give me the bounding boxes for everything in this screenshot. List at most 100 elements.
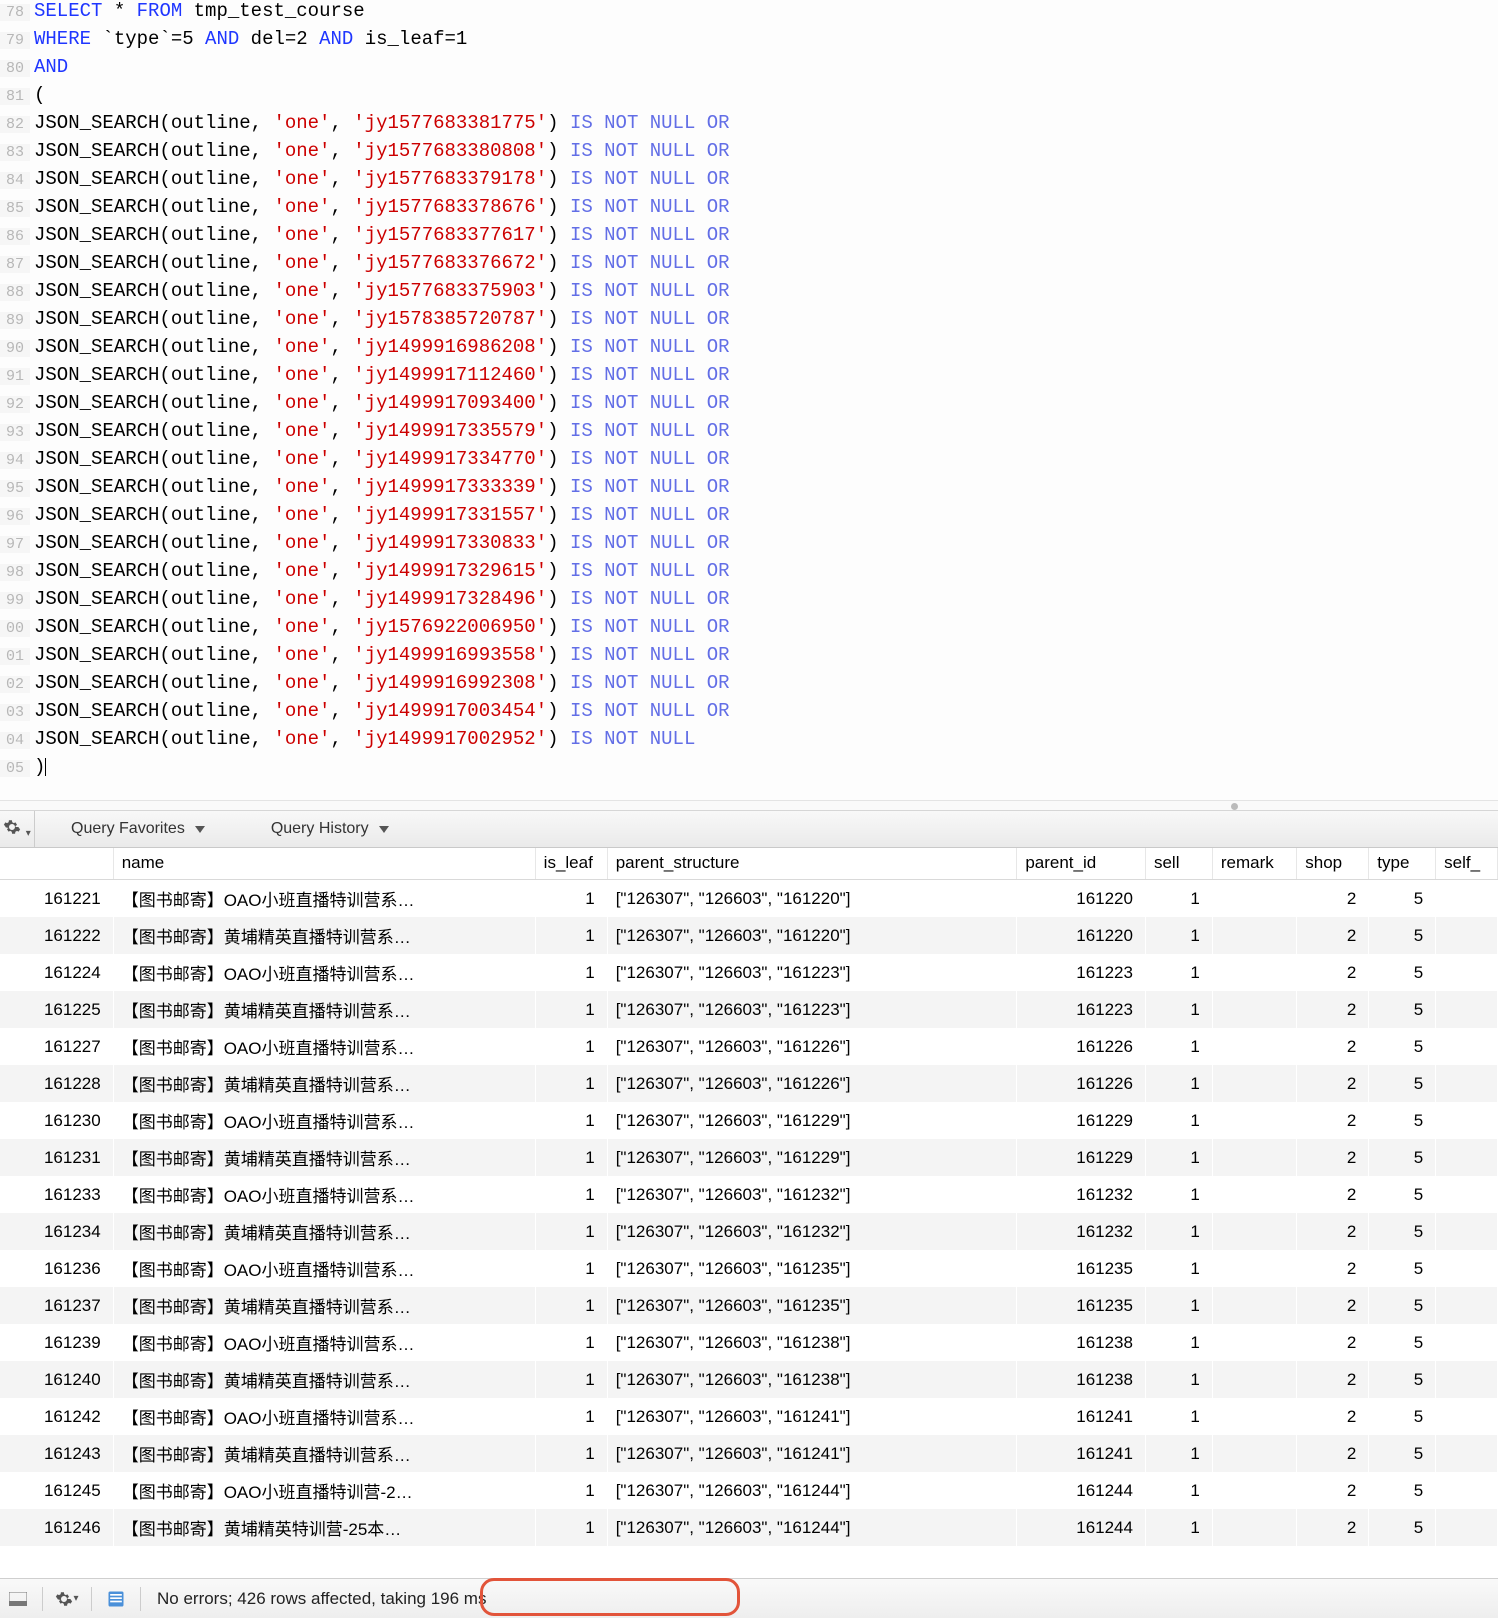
cell-parentid[interactable]: 161229: [1017, 1102, 1146, 1139]
sql-editor[interactable]: 78SELECT * FROM tmp_test_course79WHERE `…: [0, 0, 1498, 800]
cell-parentid[interactable]: 161223: [1017, 991, 1146, 1028]
code-line[interactable]: 95JSON_SEARCH(outline, 'one', 'jy1499917…: [0, 476, 1498, 504]
cell-self[interactable]: [1436, 880, 1498, 918]
cell-parentid[interactable]: 161220: [1017, 880, 1146, 918]
cell-id[interactable]: 161221: [0, 880, 113, 918]
cell-self[interactable]: [1436, 1139, 1498, 1176]
col-header-parentstructure[interactable]: parent_structure: [607, 848, 1017, 880]
cell-shop[interactable]: 2: [1297, 880, 1369, 918]
code-line[interactable]: 98JSON_SEARCH(outline, 'one', 'jy1499917…: [0, 560, 1498, 588]
cell-name[interactable]: 【图书邮寄】黄埔精英直播特训营系…: [113, 1065, 535, 1102]
cell-type[interactable]: 5: [1369, 1213, 1436, 1250]
cell-parentid[interactable]: 161244: [1017, 1509, 1146, 1546]
cell-parentstructure[interactable]: ["126307", "126603", "161241"]: [607, 1435, 1017, 1472]
code-line[interactable]: 88JSON_SEARCH(outline, 'one', 'jy1577683…: [0, 280, 1498, 308]
cell-isleaf[interactable]: 1: [535, 1102, 607, 1139]
table-result-icon[interactable]: [102, 1586, 130, 1612]
col-header-self[interactable]: self_: [1436, 848, 1498, 880]
cell-parentstructure[interactable]: ["126307", "126603", "161229"]: [607, 1139, 1017, 1176]
cell-parentid[interactable]: 161235: [1017, 1250, 1146, 1287]
code-line[interactable]: 85JSON_SEARCH(outline, 'one', 'jy1577683…: [0, 196, 1498, 224]
cell-sell[interactable]: 1: [1145, 1361, 1212, 1398]
cell-isleaf[interactable]: 1: [535, 1028, 607, 1065]
cell-remark[interactable]: [1212, 880, 1296, 918]
cell-isleaf[interactable]: 1: [535, 880, 607, 918]
code-line[interactable]: 04JSON_SEARCH(outline, 'one', 'jy1499917…: [0, 728, 1498, 756]
cell-sell[interactable]: 1: [1145, 1065, 1212, 1102]
cell-parentid[interactable]: 161244: [1017, 1472, 1146, 1509]
cell-shop[interactable]: 2: [1297, 1287, 1369, 1324]
cell-self[interactable]: [1436, 917, 1498, 954]
cell-sell[interactable]: 1: [1145, 991, 1212, 1028]
cell-name[interactable]: 【图书邮寄】OAO小班直播特训营系…: [113, 1250, 535, 1287]
cell-isleaf[interactable]: 1: [535, 1139, 607, 1176]
cell-remark[interactable]: [1212, 1213, 1296, 1250]
cell-id[interactable]: 161227: [0, 1028, 113, 1065]
cell-type[interactable]: 5: [1369, 1102, 1436, 1139]
table-row[interactable]: 161234【图书邮寄】黄埔精英直播特训营系…1["126307", "1266…: [0, 1213, 1498, 1250]
cell-sell[interactable]: 1: [1145, 1435, 1212, 1472]
cell-sell[interactable]: 1: [1145, 1250, 1212, 1287]
cell-parentstructure[interactable]: ["126307", "126603", "161244"]: [607, 1509, 1017, 1546]
code-line[interactable]: 01JSON_SEARCH(outline, 'one', 'jy1499916…: [0, 644, 1498, 672]
cell-isleaf[interactable]: 1: [535, 1361, 607, 1398]
cell-shop[interactable]: 2: [1297, 1028, 1369, 1065]
code-line[interactable]: 89JSON_SEARCH(outline, 'one', 'jy1578385…: [0, 308, 1498, 336]
table-row[interactable]: 161240【图书邮寄】黄埔精英直播特训营系…1["126307", "1266…: [0, 1361, 1498, 1398]
cell-isleaf[interactable]: 1: [535, 1398, 607, 1435]
cell-shop[interactable]: 2: [1297, 917, 1369, 954]
table-row[interactable]: 161222【图书邮寄】黄埔精英直播特训营系…1["126307", "1266…: [0, 917, 1498, 954]
col-header-type[interactable]: type: [1369, 848, 1436, 880]
cell-isleaf[interactable]: 1: [535, 954, 607, 991]
cell-sell[interactable]: 1: [1145, 1287, 1212, 1324]
cell-id[interactable]: 161240: [0, 1361, 113, 1398]
table-row[interactable]: 161228【图书邮寄】黄埔精英直播特训营系…1["126307", "1266…: [0, 1065, 1498, 1102]
cell-remark[interactable]: [1212, 1139, 1296, 1176]
cell-name[interactable]: 【图书邮寄】黄埔精英直播特训营系…: [113, 1213, 535, 1250]
cell-parentid[interactable]: 161226: [1017, 1028, 1146, 1065]
cell-parentstructure[interactable]: ["126307", "126603", "161244"]: [607, 1472, 1017, 1509]
code-line[interactable]: 83JSON_SEARCH(outline, 'one', 'jy1577683…: [0, 140, 1498, 168]
cell-parentstructure[interactable]: ["126307", "126603", "161223"]: [607, 991, 1017, 1028]
code-line[interactable]: 91JSON_SEARCH(outline, 'one', 'jy1499917…: [0, 364, 1498, 392]
cell-shop[interactable]: 2: [1297, 1435, 1369, 1472]
cell-shop[interactable]: 2: [1297, 1065, 1369, 1102]
cell-shop[interactable]: 2: [1297, 1102, 1369, 1139]
cell-parentstructure[interactable]: ["126307", "126603", "161238"]: [607, 1324, 1017, 1361]
code-line[interactable]: 93JSON_SEARCH(outline, 'one', 'jy1499917…: [0, 420, 1498, 448]
cell-name[interactable]: 【图书邮寄】OAO小班直播特训营系…: [113, 1176, 535, 1213]
cell-sell[interactable]: 1: [1145, 1324, 1212, 1361]
cell-parentid[interactable]: 161241: [1017, 1398, 1146, 1435]
cell-remark[interactable]: [1212, 1398, 1296, 1435]
cell-sell[interactable]: 1: [1145, 1472, 1212, 1509]
cell-self[interactable]: [1436, 1287, 1498, 1324]
cell-remark[interactable]: [1212, 1509, 1296, 1546]
cell-sell[interactable]: 1: [1145, 954, 1212, 991]
cell-type[interactable]: 5: [1369, 1324, 1436, 1361]
cell-id[interactable]: 161224: [0, 954, 113, 991]
code-line[interactable]: 96JSON_SEARCH(outline, 'one', 'jy1499917…: [0, 504, 1498, 532]
cell-isleaf[interactable]: 1: [535, 1472, 607, 1509]
cell-self[interactable]: [1436, 1472, 1498, 1509]
cell-id[interactable]: 161242: [0, 1398, 113, 1435]
cell-isleaf[interactable]: 1: [535, 1287, 607, 1324]
code-line[interactable]: 94JSON_SEARCH(outline, 'one', 'jy1499917…: [0, 448, 1498, 476]
cell-self[interactable]: [1436, 1065, 1498, 1102]
code-line[interactable]: 82JSON_SEARCH(outline, 'one', 'jy1577683…: [0, 112, 1498, 140]
cell-remark[interactable]: [1212, 1250, 1296, 1287]
query-history-dropdown[interactable]: Query History: [241, 820, 419, 838]
cell-type[interactable]: 5: [1369, 1398, 1436, 1435]
table-row[interactable]: 161225【图书邮寄】黄埔精英直播特训营系…1["126307", "1266…: [0, 991, 1498, 1028]
cell-type[interactable]: 5: [1369, 1287, 1436, 1324]
cell-type[interactable]: 5: [1369, 1472, 1436, 1509]
table-row[interactable]: 161233【图书邮寄】OAO小班直播特训营系…1["126307", "126…: [0, 1176, 1498, 1213]
cell-self[interactable]: [1436, 1398, 1498, 1435]
cell-name[interactable]: 【图书邮寄】OAO小班直播特训营系…: [113, 1102, 535, 1139]
cell-isleaf[interactable]: 1: [535, 1509, 607, 1546]
cell-parentstructure[interactable]: ["126307", "126603", "161226"]: [607, 1028, 1017, 1065]
cell-isleaf[interactable]: 1: [535, 917, 607, 954]
cell-sell[interactable]: 1: [1145, 1102, 1212, 1139]
cell-id[interactable]: 161234: [0, 1213, 113, 1250]
cell-self[interactable]: [1436, 1250, 1498, 1287]
col-header-parentid[interactable]: parent_id: [1017, 848, 1146, 880]
